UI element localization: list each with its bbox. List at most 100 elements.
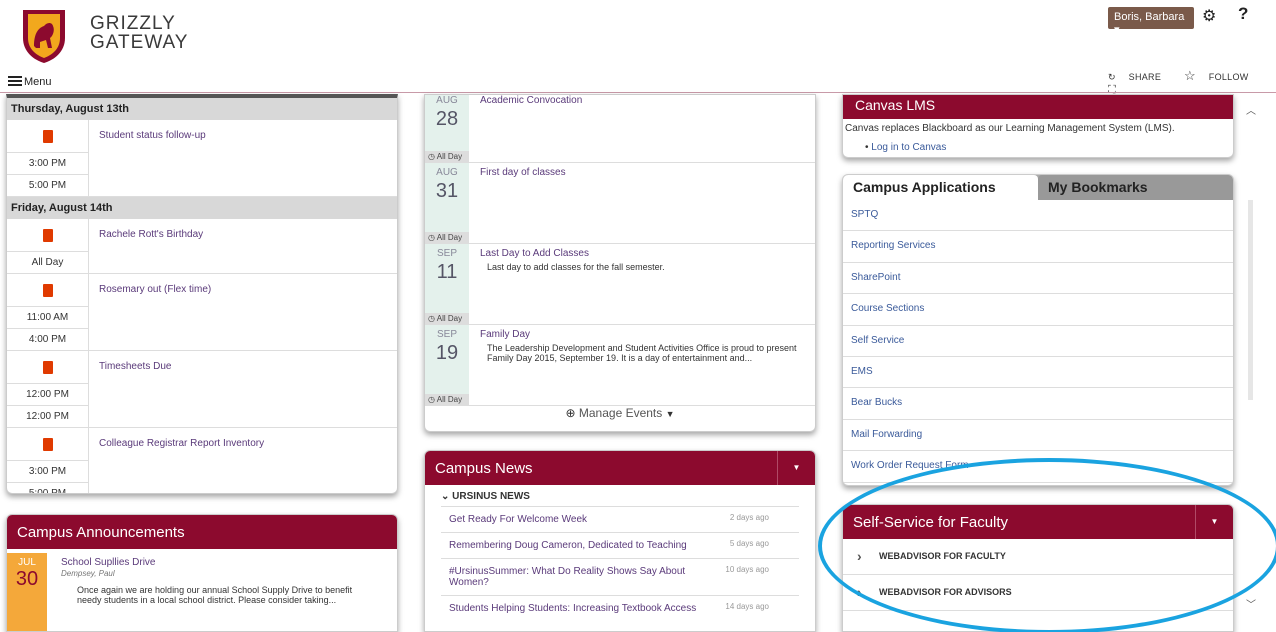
news-title[interactable]: #UrsinusSummer: What Do Reality Shows Sa… [449, 566, 709, 588]
manage-events-button[interactable]: ⊕ Manage Events ▼ [425, 406, 815, 420]
scroll-down-icon[interactable]: ﹀ [1246, 596, 1256, 611]
allday-badge: ◷ All Day [425, 394, 469, 406]
news-item[interactable]: Students Helping Students: Increasing Te… [441, 595, 799, 621]
app-link-course-sections[interactable]: Course Sections [843, 294, 1233, 326]
event-title[interactable]: Timesheets Due [89, 351, 181, 427]
news-age: 14 days ago [725, 602, 769, 611]
canvas-panel: Canvas LMS Canvas replaces Blackboard as… [842, 94, 1234, 158]
panel-title: Canvas LMS [843, 95, 1233, 119]
app-link-sptq[interactable]: SPTQ [843, 200, 1233, 232]
allday-badge: ◷ All Day [425, 151, 469, 163]
logo-text: GRIZZLY GATEWAY [90, 14, 188, 52]
event-title[interactable]: Last Day to Add Classes [480, 248, 589, 259]
app-link-work-order[interactable]: Work Order Request Form [843, 451, 1233, 483]
webadvisor-advisors-link[interactable]: › WEBADVISOR FOR ADVISORS [843, 575, 1233, 611]
calendar-event[interactable]: All Day Rachele Rott's Birthday [7, 219, 397, 274]
allday-label: All Day [436, 395, 463, 404]
menu-button[interactable]: Menu [8, 76, 52, 88]
announcement-title[interactable]: School Supllies Drive [61, 557, 156, 568]
news-age: 5 days ago [729, 539, 769, 548]
calendar-event[interactable]: 12:00 PM 12:00 PM Timesheets Due [7, 351, 397, 428]
share-icon: ↻ [1108, 72, 1116, 82]
event-month: AUG [436, 95, 458, 106]
news-panel: Campus News ▼ ⌄ URSINUS NEWS Get Ready F… [424, 450, 816, 632]
event-day: 11 [436, 261, 458, 283]
share-button[interactable]: ↻ SHARE [1108, 72, 1171, 82]
announcement-date: JUL 30 [7, 553, 47, 631]
app-link-sharepoint[interactable]: SharePoint [843, 263, 1233, 295]
help-icon[interactable]: ? [1238, 4, 1248, 24]
event-title[interactable]: First day of classes [480, 167, 566, 178]
event-title[interactable]: Rosemary out (Flex time) [89, 274, 221, 350]
allday-badge: ◷ All Day [425, 232, 469, 244]
panel-title: Campus Announcements [7, 515, 397, 549]
announcements-panel: Campus Announcements JUL 30 School Supll… [6, 514, 398, 632]
tab-bar: Campus Applications My Bookmarks [843, 175, 1233, 200]
header-divider [0, 92, 1276, 93]
logo-line2: GATEWAY [90, 32, 189, 53]
calendar-event[interactable]: 3:00 PM 5:00 PM Colleague Registrar Repo… [7, 428, 397, 493]
share-label: SHARE [1128, 72, 1162, 82]
event-start: 12:00 PM [7, 383, 88, 405]
user-menu-button[interactable]: Boris, Barbara ▾ [1108, 7, 1194, 36]
dropdown-arrow-icon[interactable]: ▼ [777, 451, 815, 485]
app-link-self-service[interactable]: Self Service [843, 326, 1233, 357]
calendar-event[interactable]: 3:00 PM 5:00 PM Student status follow-up [7, 120, 397, 197]
scroll-up-icon[interactable]: ︿ [1246, 102, 1256, 117]
follow-button[interactable]: ☆ FOLLOW [1184, 68, 1259, 83]
event-title[interactable]: Family Day [480, 329, 530, 340]
event-day: 19 [435, 342, 459, 364]
event-day: 31 [435, 180, 459, 202]
news-title[interactable]: Students Helping Students: Increasing Te… [449, 603, 696, 614]
grizzly-logo[interactable] [20, 8, 68, 64]
office-icon [42, 361, 53, 374]
event-title[interactable]: Academic Convocation [480, 95, 582, 106]
canvas-login-link[interactable]: Log in to Canvas [871, 142, 946, 153]
apps-panel: Campus Applications My Bookmarks SPTQ Re… [842, 174, 1234, 486]
app-link-reporting-services[interactable]: Reporting Services [843, 231, 1233, 263]
self-service-panel: Self-Service for Faculty ▼ › WEBADVISOR … [842, 504, 1234, 632]
app-link-ems[interactable]: EMS [843, 357, 1233, 389]
event-end: 4:00 PM [7, 328, 88, 350]
event-month: SEP [436, 248, 457, 259]
event-time: 11:00 AM 4:00 PM [7, 274, 89, 350]
news-item[interactable]: Remembering Doug Cameron, Dedicated to T… [441, 532, 799, 558]
calendar-panel: Thursday, August 13th 3:00 PM 5:00 PM St… [6, 94, 398, 494]
tab-campus-applications[interactable]: Campus Applications [843, 175, 1038, 200]
event-title[interactable]: Student status follow-up [89, 120, 216, 196]
event-item[interactable]: SEP 19 ◷ All Day Family Day The Leadersh… [425, 325, 815, 406]
news-section[interactable]: ⌄ URSINUS NEWS [425, 485, 815, 506]
gear-icon[interactable]: ⚙ [1202, 6, 1216, 26]
allday-label: All Day [436, 152, 463, 161]
user-name: Boris, Barbara [1114, 11, 1185, 23]
canvas-desc: Canvas replaces Blackboard as our Learni… [845, 123, 1175, 134]
event-title[interactable]: Colleague Registrar Report Inventory [89, 428, 274, 493]
event-title[interactable]: Rachele Rott's Birthday [89, 219, 213, 273]
event-end: 5:00 PM [7, 482, 88, 493]
news-item[interactable]: Get Ready For Welcome Week 2 days ago [441, 506, 799, 532]
panel-header: Self-Service for Faculty ▼ [843, 505, 1233, 539]
event-start: 3:00 PM [7, 460, 88, 482]
page-scrollbar-thumb[interactable] [1248, 200, 1253, 400]
news-title[interactable]: Remembering Doug Cameron, Dedicated to T… [449, 540, 687, 551]
calendar-event[interactable]: 11:00 AM 4:00 PM Rosemary out (Flex time… [7, 274, 397, 351]
event-desc: The Leadership Development and Student A… [487, 343, 797, 363]
manage-events-label: Manage Events [578, 406, 663, 420]
event-end: 5:00 PM [7, 174, 88, 196]
event-item[interactable]: AUG 28 ◷ All Day Academic Convocation [425, 95, 815, 163]
app-link-bear-bucks[interactable]: Bear Bucks [843, 388, 1233, 420]
event-item[interactable]: SEP 11 ◷ All Day Last Day to Add Classes… [425, 244, 815, 325]
event-time: 3:00 PM 5:00 PM [7, 428, 89, 493]
office-icon [42, 229, 53, 242]
clock-icon: ◷ [428, 395, 435, 404]
dropdown-arrow-icon[interactable]: ▼ [1195, 505, 1233, 539]
app-link-mail-forwarding[interactable]: Mail Forwarding [843, 420, 1233, 452]
event-item[interactable]: AUG 31 ◷ All Day First day of classes [425, 163, 815, 244]
clock-icon: ◷ [428, 314, 435, 323]
announcement-day: 30 [15, 568, 39, 590]
webadvisor-faculty-link[interactable]: › WEBADVISOR FOR FACULTY [843, 539, 1233, 575]
news-title[interactable]: Get Ready For Welcome Week [449, 514, 587, 525]
chevron-down-icon: ⌄ [441, 491, 450, 502]
news-item[interactable]: #UrsinusSummer: What Do Reality Shows Sa… [441, 558, 799, 595]
tab-my-bookmarks[interactable]: My Bookmarks [1038, 175, 1233, 200]
